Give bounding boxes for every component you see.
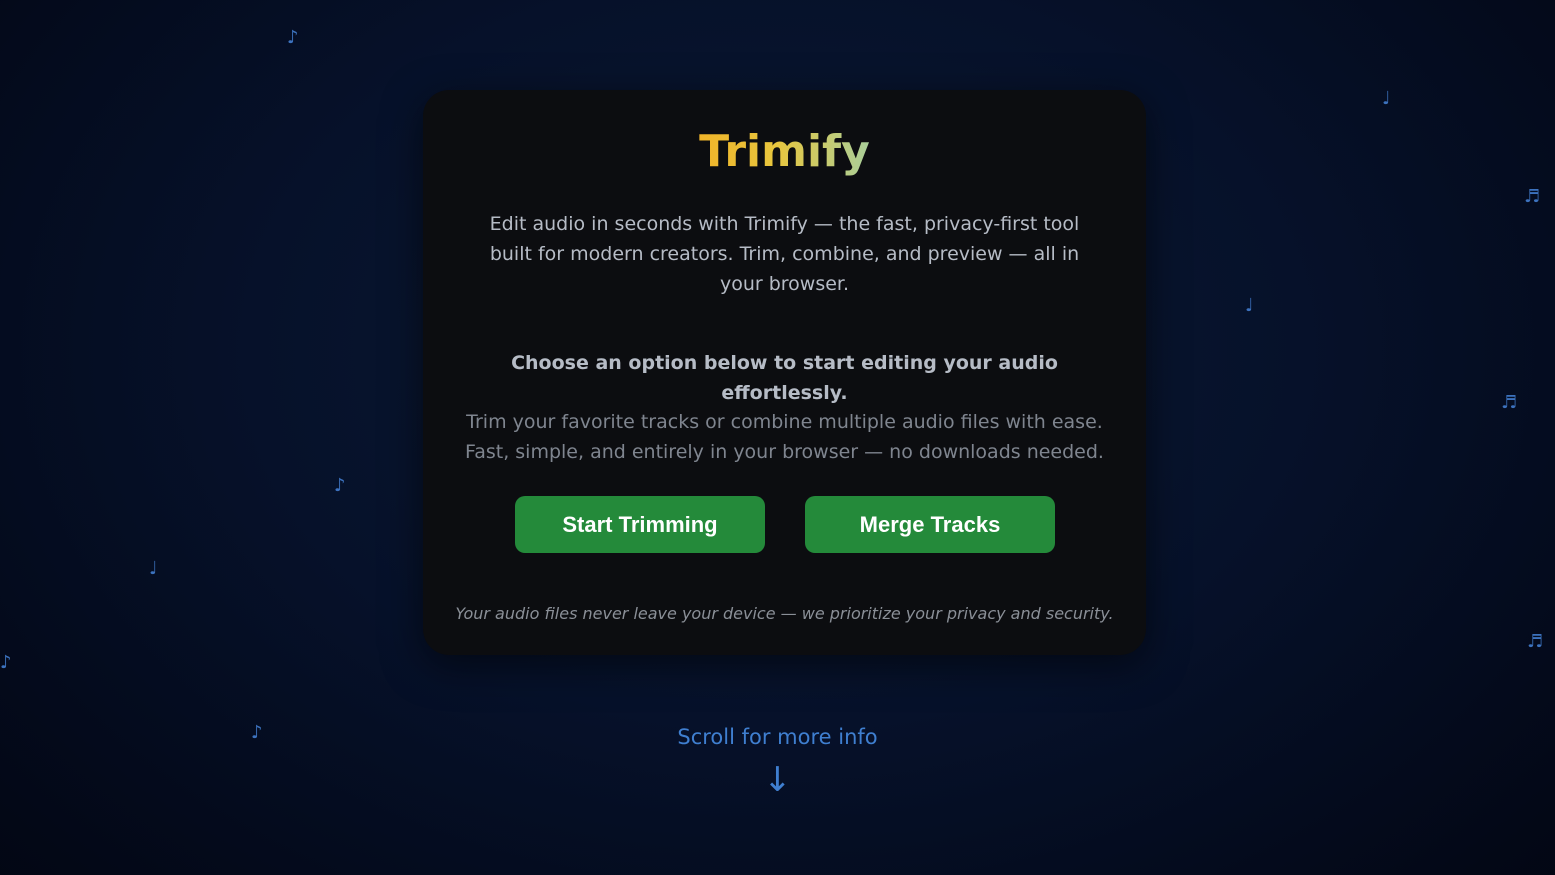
app-title: Trimify [699, 126, 870, 177]
music-note-icon: ♪ [0, 652, 12, 673]
privacy-note: Your audio files never leave your device… [455, 604, 1114, 623]
app-description: Edit audio in seconds with Trimify — the… [489, 213, 1080, 295]
music-note-icon: ♩ [1382, 88, 1391, 109]
music-note-icon: ♩ [149, 558, 158, 579]
merge-tracks-button[interactable]: Merge Tracks [805, 496, 1055, 553]
choose-option-text: Choose an option below to start editing … [511, 352, 1058, 404]
feature-subtext: Trim your favorite tracks or combine mul… [465, 411, 1104, 463]
start-trimming-button[interactable]: Start Trimming [515, 496, 765, 553]
arrow-down-icon[interactable]: ↓ [0, 760, 1555, 800]
scroll-more-info-link[interactable]: Scroll for more info [0, 722, 1555, 752]
music-note-icon: ♪ [334, 475, 346, 496]
music-note-icon: ♩ [1245, 295, 1254, 316]
music-note-icon: ♬ [1524, 186, 1541, 207]
hero-card: Trimify Edit audio in seconds with Trimi… [423, 90, 1146, 655]
music-note-icon: ♪ [287, 27, 299, 48]
music-note-icon: ♬ [1527, 631, 1544, 652]
music-note-icon: ♬ [1501, 392, 1518, 413]
